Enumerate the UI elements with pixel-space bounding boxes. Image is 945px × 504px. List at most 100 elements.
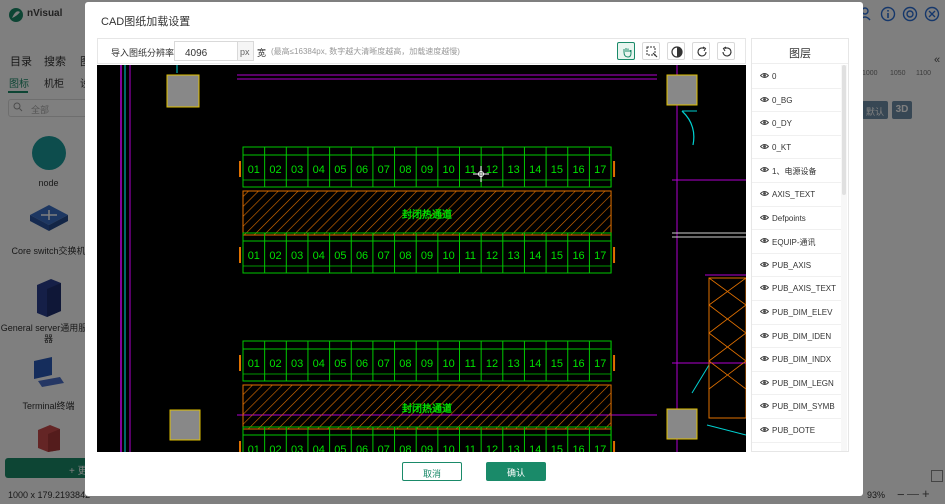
eye-icon[interactable] [760,72,769,79]
layer-name: 0_KT [772,142,792,152]
rack-number: 10 [443,250,455,262]
layer-item[interactable]: PUB_DIM_LEGN [752,372,841,396]
layer-item[interactable]: PUB_DIM_SYMB [752,395,841,419]
rack-number: 03 [291,444,303,452]
rack-number: 14 [529,250,541,262]
layer-item[interactable]: 0_KT [752,136,841,160]
cad-drawing: 01 02 03 04 05 06 07 08 09 10 11 12 13 14 15 16 17 封闭热通道 0… [120,65,746,452]
layer-item[interactable]: AXIS_TEXT [752,183,841,207]
rack-number: 08 [399,250,411,262]
cad-preview-canvas[interactable]: 01 02 03 04 05 06 07 08 09 10 11 12 13 14 15 16 17 封闭热通道 0… [97,65,746,452]
dialog-toolbar: 导入图纸分辨率: px 宽 (最高≤16384px, 数字越大清晰度越高，加载速… [97,38,746,64]
layer-item[interactable]: PUB_DIM_ELEV [752,301,841,325]
eye-icon[interactable] [760,143,769,150]
layers-scroll-thumb[interactable] [842,65,846,195]
rack-number: 06 [356,250,368,262]
eye-icon[interactable] [760,190,769,197]
layer-item[interactable]: PUB_DIM_INDX [752,348,841,372]
aisle-label: 封闭热通道 [402,208,452,221]
contrast-button[interactable] [667,42,685,60]
rack-number: 17 [594,444,606,452]
eye-icon[interactable] [760,355,769,362]
rack-number: 06 [356,444,368,452]
eye-icon[interactable] [760,450,769,453]
eye-icon[interactable] [760,284,769,291]
rack-number: 07 [378,250,390,262]
rack-number: 10 [443,164,455,176]
eye-icon[interactable] [760,261,769,268]
eye-icon[interactable] [760,426,769,433]
layers-panel: 图层 0 0_BG 0_DY 0_KT 1、电源设备 AXIS_TEXT Defpoints… [751,38,849,452]
layer-item[interactable]: Defpoints [752,207,841,231]
rack-row: 01 02 03 04 05 06 07 08 09 10 11 12 13 14 15 16 17 [239,340,616,382]
rack-number: 12 [486,250,498,262]
eye-icon[interactable] [760,332,769,339]
rack-number: 03 [291,358,303,370]
rack-number: 17 [594,164,606,176]
rack-number: 16 [572,444,584,452]
rack-number: 07 [378,358,390,370]
undo-button[interactable] [717,42,735,60]
eye-icon[interactable] [760,214,769,221]
cancel-button[interactable]: 取消 [402,462,462,481]
rack-number: 08 [399,164,411,176]
dialog-title: CAD图纸加载设置 [101,16,191,28]
aisle-label: 封闭热通道 [402,402,452,415]
rack-number: 07 [378,444,390,452]
layer-item[interactable]: 0_DY [752,112,841,136]
pan-icon [623,48,632,58]
layer-name: PUB_HATCH [772,450,820,452]
resolution-unit: px [238,41,254,61]
layers-scrollbar[interactable] [841,65,847,451]
rack-number: 03 [291,164,303,176]
eye-icon[interactable] [760,166,769,173]
rack-number: 11 [465,358,476,370]
eye-icon[interactable] [760,308,769,315]
confirm-button[interactable]: 确认 [486,462,546,481]
layer-item[interactable]: 1、电源设备 [752,159,841,183]
rack-number: 16 [572,358,584,370]
rack-number: 01 [248,250,260,262]
select-region-button[interactable] [642,42,660,60]
rack-number: 12 [486,444,498,452]
layer-name: PUB_DIM_SYMB [772,402,835,412]
rack-number: 10 [443,358,455,370]
rack-number: 08 [399,444,411,452]
layer-item[interactable]: PUB_AXIS [752,254,841,278]
layer-name: EQUIP-通讯 [772,238,816,248]
rack-number: 05 [334,358,346,370]
rack-number: 02 [269,444,281,452]
layer-item[interactable]: EQUIP-通讯 [752,230,841,254]
layer-name: PUB_DIM_ELEV [772,307,833,317]
layer-name: PUB_DIM_IDEN [772,331,832,341]
rack-number: 07 [378,164,390,176]
eye-icon[interactable] [760,119,769,126]
pan-button[interactable] [617,42,635,60]
layer-item[interactable]: 0 [752,65,841,89]
rack-number: 17 [594,250,606,262]
layer-item[interactable]: PUB_HATCH [752,443,841,453]
layer-item[interactable]: 0_BG [752,89,841,113]
rack-number: 11 [465,250,476,262]
rack-row: 01 02 03 04 05 06 07 08 09 10 11 12 13 14 15 16 17 [239,426,616,452]
rack-number: 04 [313,250,325,262]
layer-item[interactable]: PUB_DOTE [752,419,841,443]
rack-number: 03 [291,250,303,262]
cad-load-settings-dialog: CAD图纸加载设置 导入图纸分辨率: px 宽 (最高≤16384px, 数字越… [85,2,863,496]
resolution-suffix: 宽 [257,48,267,58]
rack-number: 15 [551,358,563,370]
eye-icon[interactable] [760,237,769,244]
layer-list: 0 0_BG 0_DY 0_KT 1、电源设备 AXIS_TEXT Defpoints EQU… [752,65,841,453]
rack-number: 17 [594,358,606,370]
eye-icon[interactable] [760,96,769,103]
rack-number: 01 [248,358,260,370]
resolution-input[interactable] [174,41,238,61]
rotate-button[interactable] [692,42,710,60]
layer-name: PUB_DIM_LEGN [772,378,834,388]
cad-right-structure [708,277,746,419]
layer-item[interactable]: PUB_AXIS_TEXT [752,277,841,301]
eye-icon[interactable] [760,379,769,386]
layer-item[interactable]: PUB_DIM_IDEN [752,325,841,349]
rack-row: 01 02 03 04 05 06 07 08 09 10 11 12 13 14 15 16 17 [239,232,616,274]
eye-icon[interactable] [760,402,769,409]
